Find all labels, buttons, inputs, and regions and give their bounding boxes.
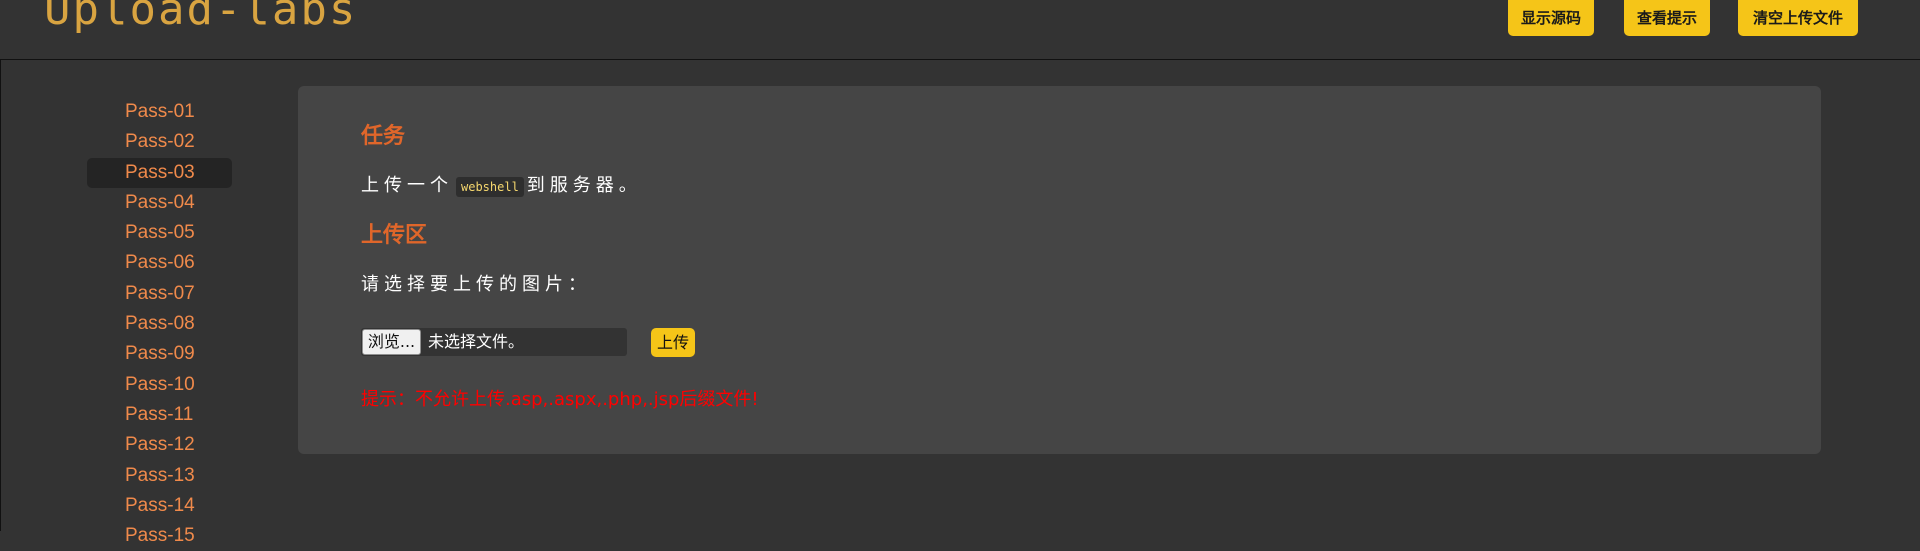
sidebar-item-pass-03[interactable]: Pass-03 [87, 157, 232, 188]
webshell-code: webshell [456, 177, 524, 197]
select-prompt: 请选择要上传的图片： [361, 274, 591, 295]
top-header: Upload-labs 显示源码 查看提示 清空上传文件 [0, 0, 1920, 60]
file-status-text: 未选择文件。 [428, 332, 525, 351]
file-input[interactable]: 浏览... 未选择文件。 [361, 328, 627, 356]
task-text-before: 上传一个 [361, 175, 453, 196]
sidebar-item-pass-10[interactable]: Pass-10 [87, 370, 232, 400]
left-border [0, 60, 1, 531]
main-panel: 任务 上传一个 webshell 到服务器。 上传区 请选择要上传的图片： 浏览..… [298, 86, 1821, 454]
upload-heading: 上传区 [361, 223, 428, 248]
task-heading: 任务 [361, 124, 406, 149]
sidebar-item-pass-08[interactable]: Pass-08 [87, 309, 232, 339]
logo: Upload-labs [44, 0, 358, 35]
sidebar-item-pass-14[interactable]: Pass-14 [87, 491, 232, 521]
view-hint-button[interactable]: 查看提示 [1624, 0, 1710, 36]
task-text-after: 到服务器。 [526, 175, 642, 196]
task-description: 上传一个 webshell 到服务器。 [361, 174, 642, 199]
sidebar-item-pass-06[interactable]: Pass-06 [87, 248, 232, 278]
sidebar-item-pass-09[interactable]: Pass-09 [87, 339, 232, 369]
clear-uploads-button[interactable]: 清空上传文件 [1738, 0, 1858, 36]
browse-button[interactable]: 浏览... [362, 329, 421, 355]
upload-button[interactable]: 上传 [651, 328, 695, 357]
sidebar-item-pass-11[interactable]: Pass-11 [87, 400, 232, 430]
sidebar-item-pass-15[interactable]: Pass-15 [87, 521, 232, 551]
sidebar-item-pass-07[interactable]: Pass-07 [87, 279, 232, 309]
show-source-button[interactable]: 显示源码 [1508, 0, 1594, 36]
sidebar-nav: Pass-01 Pass-02 Pass-03 Pass-04 Pass-05 … [87, 97, 232, 551]
sidebar-item-pass-12[interactable]: Pass-12 [87, 430, 232, 460]
sidebar-item-pass-01[interactable]: Pass-01 [87, 97, 232, 127]
sidebar-item-pass-13[interactable]: Pass-13 [87, 461, 232, 491]
sidebar-item-pass-02[interactable]: Pass-02 [87, 127, 232, 157]
hint-text: 提示：不允许上传.asp,.aspx,.php,.jsp后缀文件! [361, 389, 759, 410]
sidebar-item-pass-04[interactable]: Pass-04 [87, 188, 232, 218]
sidebar-item-pass-05[interactable]: Pass-05 [87, 218, 232, 248]
